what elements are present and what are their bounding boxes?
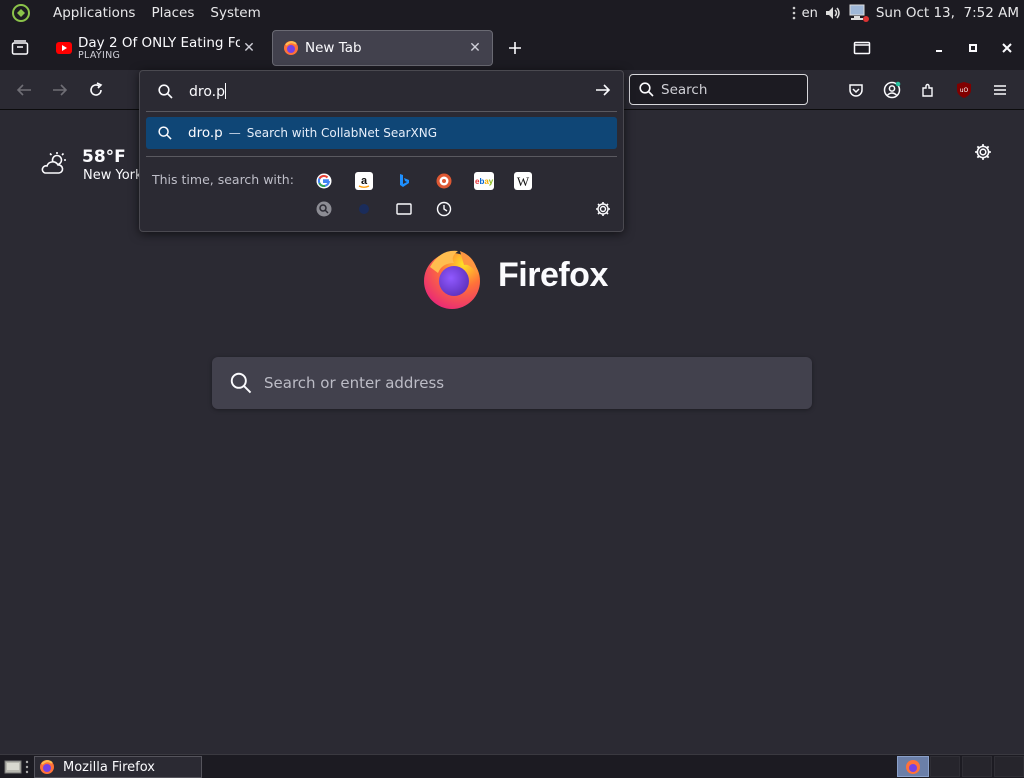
address-bar[interactable]: dro.p [140, 71, 623, 111]
history-icon[interactable] [435, 200, 453, 218]
clock[interactable]: Sun Oct 13, 7:52 AM [876, 5, 1019, 21]
extensions-icon[interactable] [916, 78, 940, 102]
bing-icon[interactable] [395, 172, 413, 190]
svg-text:W: W [517, 174, 530, 189]
workspace-1[interactable] [897, 756, 929, 777]
forward-button[interactable] [48, 78, 72, 102]
search-icon [158, 126, 172, 140]
personalize-gear-icon[interactable] [973, 142, 993, 162]
firefox-logo-icon [420, 245, 484, 309]
address-input[interactable]: dro.p [189, 82, 226, 100]
system-top-panel: Applications Places System en Sun Oct 13… [0, 0, 1024, 26]
search-icon [230, 372, 252, 394]
places-menu[interactable]: Places [151, 5, 194, 21]
panel-handle-icon [25, 759, 29, 778]
go-arrow-icon[interactable] [595, 82, 611, 98]
list-all-tabs-button[interactable] [850, 36, 874, 60]
divider [146, 111, 617, 112]
distro-logo-icon[interactable] [10, 2, 32, 24]
newtab-search-input[interactable]: Search or enter address [212, 357, 812, 409]
svg-text:ebay: ebay [475, 177, 494, 186]
minimize-window-button[interactable] [927, 36, 951, 60]
search-suggestion-row[interactable]: dro.p — Search with CollabNet SearXNG [146, 117, 617, 149]
address-bar-popup: dro.p dro.p — Search with CollabNet Sear… [139, 70, 624, 232]
divider [146, 156, 617, 157]
tab-title: Day 2 Of ONLY Eating Food [78, 35, 240, 51]
weather-location: New York [83, 168, 143, 183]
workspace-3[interactable] [962, 756, 992, 777]
tab-title: New Tab [305, 40, 362, 56]
taskbar-window-title: Mozilla Firefox [63, 759, 155, 775]
searxng-icon[interactable] [315, 200, 333, 218]
tab-bar: Day 2 Of ONLY Eating Food PLAYING ✕ New … [0, 26, 1024, 70]
firefox-wordmark: Firefox [498, 256, 608, 294]
panel-handle-icon [792, 5, 796, 21]
account-icon[interactable] [880, 78, 904, 102]
google-icon[interactable] [315, 172, 333, 190]
bottom-taskbar: Mozilla Firefox [0, 754, 1024, 778]
search-bar-placeholder: Search [661, 81, 708, 98]
engine-icon[interactable] [355, 200, 373, 218]
firefox-view-button[interactable] [6, 36, 34, 60]
ebay-icon[interactable]: ebay [474, 172, 494, 190]
applications-menu[interactable]: Applications [53, 5, 135, 21]
youtube-icon [56, 40, 72, 56]
firefox-icon [283, 40, 299, 56]
tabs-icon[interactable] [395, 200, 413, 218]
ublock-origin-icon[interactable]: uO [952, 78, 976, 102]
close-tab-icon[interactable]: ✕ [466, 39, 484, 57]
weather-widget[interactable]: 58°F New York [40, 147, 143, 183]
search-bar[interactable]: Search [629, 74, 808, 105]
firefox-icon [39, 759, 55, 775]
workspace-4[interactable] [994, 756, 1024, 777]
close-tab-icon[interactable]: ✕ [240, 39, 258, 57]
svg-text:uO: uO [960, 87, 969, 94]
maximize-window-button[interactable] [961, 36, 985, 60]
newtab-search-placeholder: Search or enter address [264, 374, 445, 392]
pocket-icon[interactable] [844, 78, 868, 102]
tab-youtube[interactable]: Day 2 Of ONLY Eating Food PLAYING ✕ [46, 30, 266, 66]
duckduckgo-icon[interactable] [435, 172, 453, 190]
partly-cloudy-icon [40, 151, 70, 181]
show-desktop-icon[interactable] [3, 758, 23, 776]
search-icon [639, 82, 654, 97]
close-window-button[interactable] [995, 36, 1019, 60]
keyboard-layout-indicator[interactable]: en [802, 6, 818, 21]
wikipedia-icon[interactable]: W [514, 172, 532, 190]
volume-icon[interactable] [824, 4, 842, 22]
suggestion-query: dro.p [188, 125, 223, 141]
system-menu[interactable]: System [210, 5, 260, 21]
suggestion-action: Search with CollabNet SearXNG [246, 126, 438, 140]
new-tab-button[interactable] [503, 36, 527, 60]
svg-text:a: a [361, 175, 368, 187]
reload-button[interactable] [84, 78, 108, 102]
back-button[interactable] [12, 78, 36, 102]
tab-new-tab[interactable]: New Tab ✕ [272, 30, 493, 66]
hamburger-menu-icon[interactable] [988, 78, 1012, 102]
search-icon [158, 83, 173, 99]
network-icon[interactable] [848, 3, 870, 23]
tab-playing-label: PLAYING [78, 50, 121, 61]
workspace-2[interactable] [930, 756, 960, 777]
amazon-icon[interactable]: a [355, 172, 373, 190]
taskbar-window-firefox[interactable]: Mozilla Firefox [34, 756, 202, 778]
one-off-search-label: This time, search with: [152, 172, 294, 187]
suggestion-separator: — [228, 126, 241, 140]
search-settings-icon[interactable] [594, 200, 612, 218]
